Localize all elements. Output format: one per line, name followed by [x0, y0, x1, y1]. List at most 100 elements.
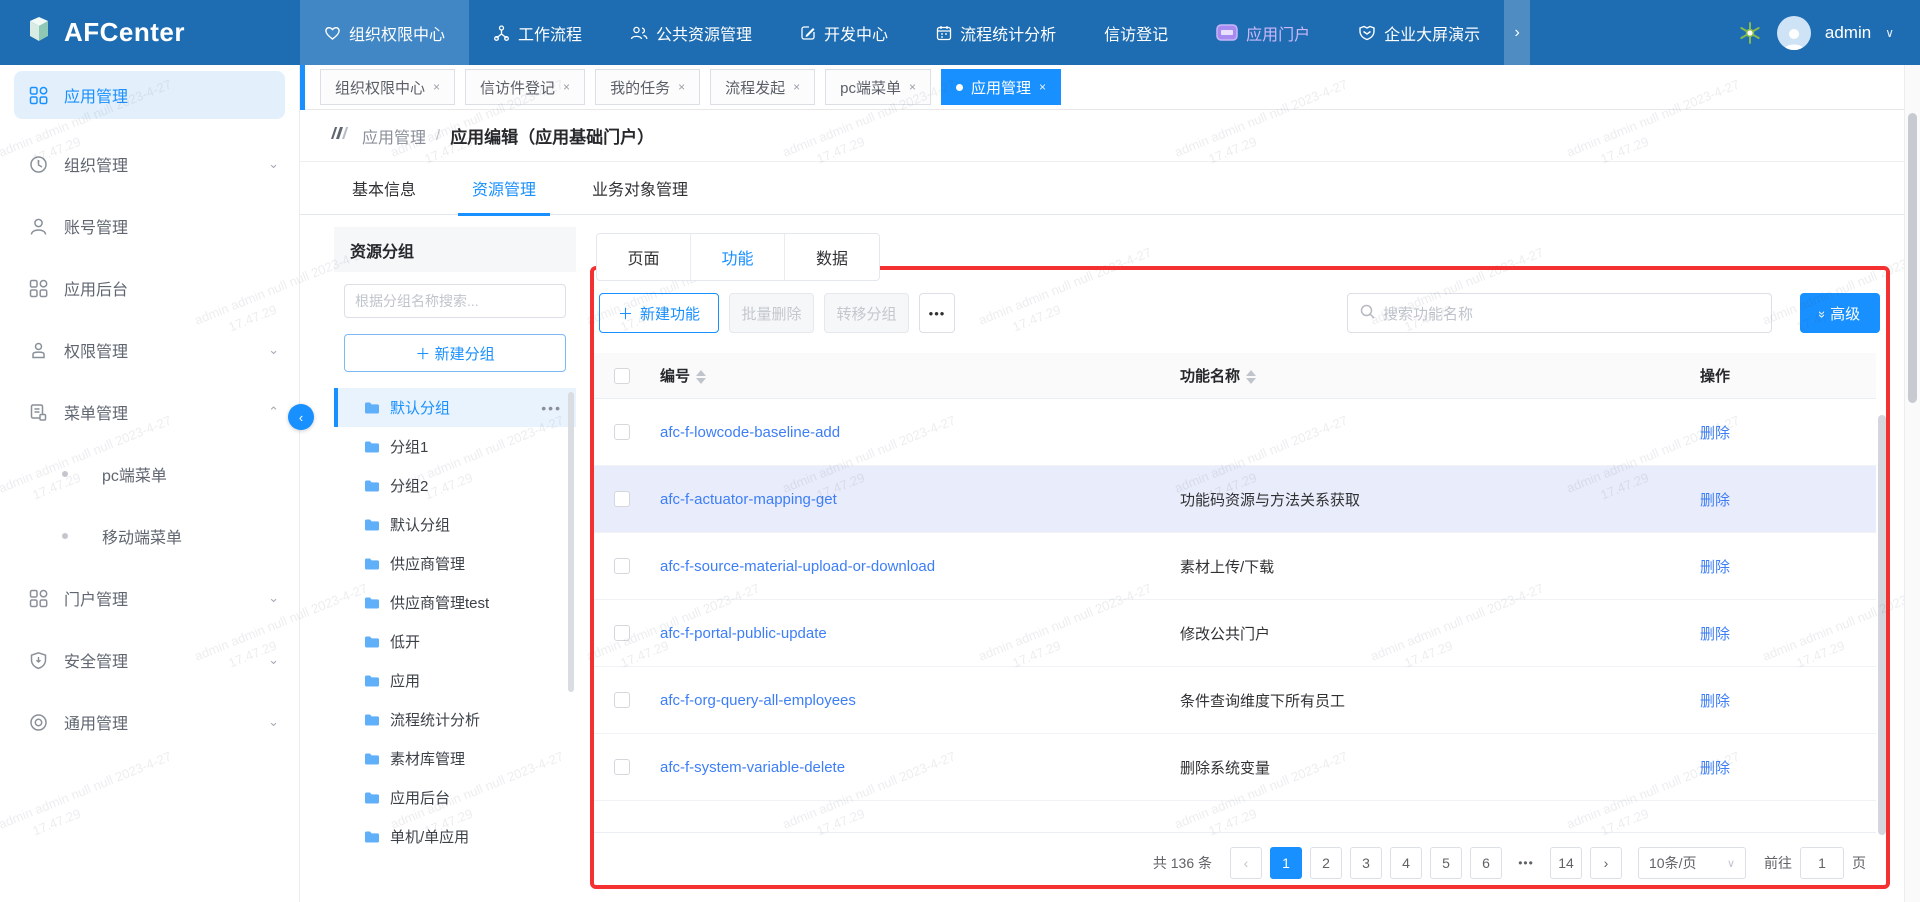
- delete-link[interactable]: 删除: [1690, 623, 1876, 644]
- subtab-functions[interactable]: 功能: [691, 234, 785, 280]
- close-icon[interactable]: ×: [909, 80, 916, 94]
- group-list-item[interactable]: 低开 •••: [334, 622, 576, 661]
- nav-item-flow-statistics[interactable]: 流程统计分析: [912, 0, 1080, 65]
- new-function-button[interactable]: ＋ 新建功能: [599, 293, 719, 333]
- nav-more-chevron[interactable]: ›: [1504, 0, 1530, 65]
- close-icon[interactable]: ×: [563, 80, 570, 94]
- delete-link[interactable]: 删除: [1690, 489, 1876, 510]
- group-list-item[interactable]: 分组2 •••: [334, 466, 576, 505]
- page-number-button[interactable]: 3: [1350, 847, 1382, 879]
- app-logo[interactable]: AFCenter: [0, 0, 300, 65]
- breadcrumb-parent[interactable]: 应用管理: [362, 124, 426, 148]
- sort-carets-icon[interactable]: [1246, 370, 1256, 384]
- page-size-select[interactable]: 10条/页 ∨: [1638, 847, 1746, 879]
- sidebar-item-org-management[interactable]: 组织管理 ⌄: [0, 133, 299, 195]
- group-list-item[interactable]: 单机/单应用 •••: [334, 817, 576, 856]
- user-name[interactable]: admin: [1825, 23, 1871, 43]
- sidebar-item-pc-menu[interactable]: pc端菜单: [0, 443, 299, 505]
- sidebar-item-mobile-menu[interactable]: 移动端菜单: [0, 505, 299, 567]
- page-tab-org-permission-center[interactable]: 组织权限中心×: [320, 69, 455, 105]
- group-list-scrollbar[interactable]: [568, 392, 574, 692]
- sidebar-item-app-backend[interactable]: 应用后台: [0, 257, 299, 319]
- move-group-button[interactable]: 转移分组: [824, 293, 909, 333]
- nav-item-petition-register[interactable]: 信访登记: [1080, 0, 1192, 65]
- row-checkbox[interactable]: [614, 424, 630, 440]
- sidebar-item-general-management[interactable]: 通用管理 ⌄: [0, 691, 299, 753]
- prev-page-button[interactable]: ‹: [1230, 847, 1262, 879]
- page-number-button[interactable]: 4: [1390, 847, 1422, 879]
- close-icon[interactable]: ×: [678, 80, 685, 94]
- delete-link[interactable]: 删除: [1690, 422, 1876, 443]
- close-icon[interactable]: ×: [433, 80, 440, 94]
- page-number-button[interactable]: •••: [1510, 847, 1542, 879]
- nav-item-dev-center[interactable]: 开发中心: [776, 0, 912, 65]
- batch-delete-button[interactable]: 批量删除: [729, 293, 814, 333]
- group-more-button[interactable]: •••: [541, 400, 562, 416]
- function-code-link[interactable]: afc-f-system-variable-delete: [650, 759, 1170, 776]
- subtab-data[interactable]: 数据: [785, 234, 879, 280]
- sidebar-item-portal-management[interactable]: 门户管理 ⌄: [0, 567, 299, 629]
- function-code-link[interactable]: afc-f-actuator-mapping-get: [650, 491, 1170, 508]
- nav-item-big-screen-demo[interactable]: 企业大屏演示: [1334, 0, 1504, 65]
- group-list-item[interactable]: 应用 •••: [334, 661, 576, 700]
- table-row[interactable]: afc-f-system-variable-delete 删除系统变量 删除: [594, 734, 1876, 801]
- scrollbar-thumb[interactable]: [1908, 113, 1917, 403]
- function-code-link[interactable]: afc-f-lowcode-baseline-add: [650, 424, 1170, 441]
- nav-item-app-portal[interactable]: 应用门户: [1192, 0, 1334, 65]
- delete-link[interactable]: 删除: [1690, 690, 1876, 711]
- table-row[interactable]: afc-f-source-material-upload-or-download…: [594, 533, 1876, 600]
- page-tab-my-tasks[interactable]: 我的任务×: [595, 69, 700, 105]
- column-header-code[interactable]: 编号: [650, 365, 1170, 386]
- nav-item-workflow[interactable]: 工作流程: [469, 0, 606, 65]
- group-list-item[interactable]: 供应商管理 •••: [334, 544, 576, 583]
- page-number-button[interactable]: 2: [1310, 847, 1342, 879]
- group-list-item[interactable]: 默认分组 •••: [334, 388, 576, 427]
- new-group-button[interactable]: ＋ 新建分组: [344, 334, 566, 372]
- row-checkbox[interactable]: [614, 759, 630, 775]
- page-tab-app-management-active[interactable]: 应用管理×: [941, 69, 1061, 105]
- sidebar-item-permission-management[interactable]: 权限管理 ⌄: [0, 319, 299, 381]
- page-number-button[interactable]: 14: [1550, 847, 1582, 879]
- sort-carets-icon[interactable]: [696, 370, 706, 384]
- nav-item-org-permission-center[interactable]: 组织权限中心: [300, 0, 469, 65]
- row-checkbox[interactable]: [614, 558, 630, 574]
- ai-assistant-icon[interactable]: [1737, 20, 1763, 46]
- function-code-link[interactable]: afc-f-source-material-upload-or-download: [650, 558, 1170, 575]
- page-tab-pc-menu[interactable]: pc端菜单×: [825, 69, 931, 105]
- table-row[interactable]: afc-f-actuator-mapping-get 功能码资源与方法关系获取 …: [594, 466, 1876, 533]
- delete-link[interactable]: 删除: [1690, 757, 1876, 778]
- tab-business-object-management[interactable]: 业务对象管理: [592, 162, 688, 215]
- table-scrollbar[interactable]: [1878, 415, 1886, 835]
- group-search-input[interactable]: 根据分组名称搜索...: [344, 284, 566, 318]
- tab-basic-info[interactable]: 基本信息: [352, 162, 416, 215]
- function-code-link[interactable]: afc-f-org-query-all-employees: [650, 692, 1170, 709]
- group-list-item[interactable]: 素材库管理 •••: [334, 739, 576, 778]
- tab-resource-management[interactable]: 资源管理: [472, 162, 536, 215]
- group-list-item[interactable]: 应用后台 •••: [334, 778, 576, 817]
- delete-link[interactable]: 删除: [1690, 556, 1876, 577]
- chevron-down-icon[interactable]: ∨: [1885, 26, 1894, 40]
- sidebar-item-security-management[interactable]: 安全管理 ⌄: [0, 629, 299, 691]
- nav-item-public-resources[interactable]: 公共资源管理: [606, 0, 776, 65]
- subtab-pages[interactable]: 页面: [597, 234, 691, 280]
- select-all-checkbox[interactable]: [614, 368, 630, 384]
- page-scrollbar[interactable]: [1904, 65, 1920, 902]
- sidebar-item-app-management[interactable]: 应用管理: [14, 71, 285, 119]
- function-code-link[interactable]: afc-f-portal-public-update: [650, 625, 1170, 642]
- close-icon[interactable]: ×: [1039, 80, 1046, 94]
- group-list-item[interactable]: 默认分组 •••: [334, 505, 576, 544]
- page-tab-petition-register[interactable]: 信访件登记×: [465, 69, 585, 105]
- page-number-button[interactable]: 6: [1470, 847, 1502, 879]
- group-list-item[interactable]: 流程统计分析 •••: [334, 700, 576, 739]
- table-row[interactable]: afc-f-lowcode-baseline-add 删除: [594, 399, 1876, 466]
- sidebar-item-menu-management[interactable]: 菜单管理 ⌃: [0, 381, 299, 443]
- row-checkbox[interactable]: [614, 625, 630, 641]
- group-list-item[interactable]: 供应商管理test •••: [334, 583, 576, 622]
- row-checkbox[interactable]: [614, 692, 630, 708]
- function-search-input[interactable]: 搜索功能名称: [1347, 293, 1772, 333]
- table-row[interactable]: afc-f-org-query-all-employees 条件查询维度下所有员…: [594, 667, 1876, 734]
- sidebar-collapse-button[interactable]: ‹: [288, 404, 314, 430]
- row-checkbox[interactable]: [614, 491, 630, 507]
- page-tab-flow-start[interactable]: 流程发起×: [710, 69, 815, 105]
- page-number-button[interactable]: 5: [1430, 847, 1462, 879]
